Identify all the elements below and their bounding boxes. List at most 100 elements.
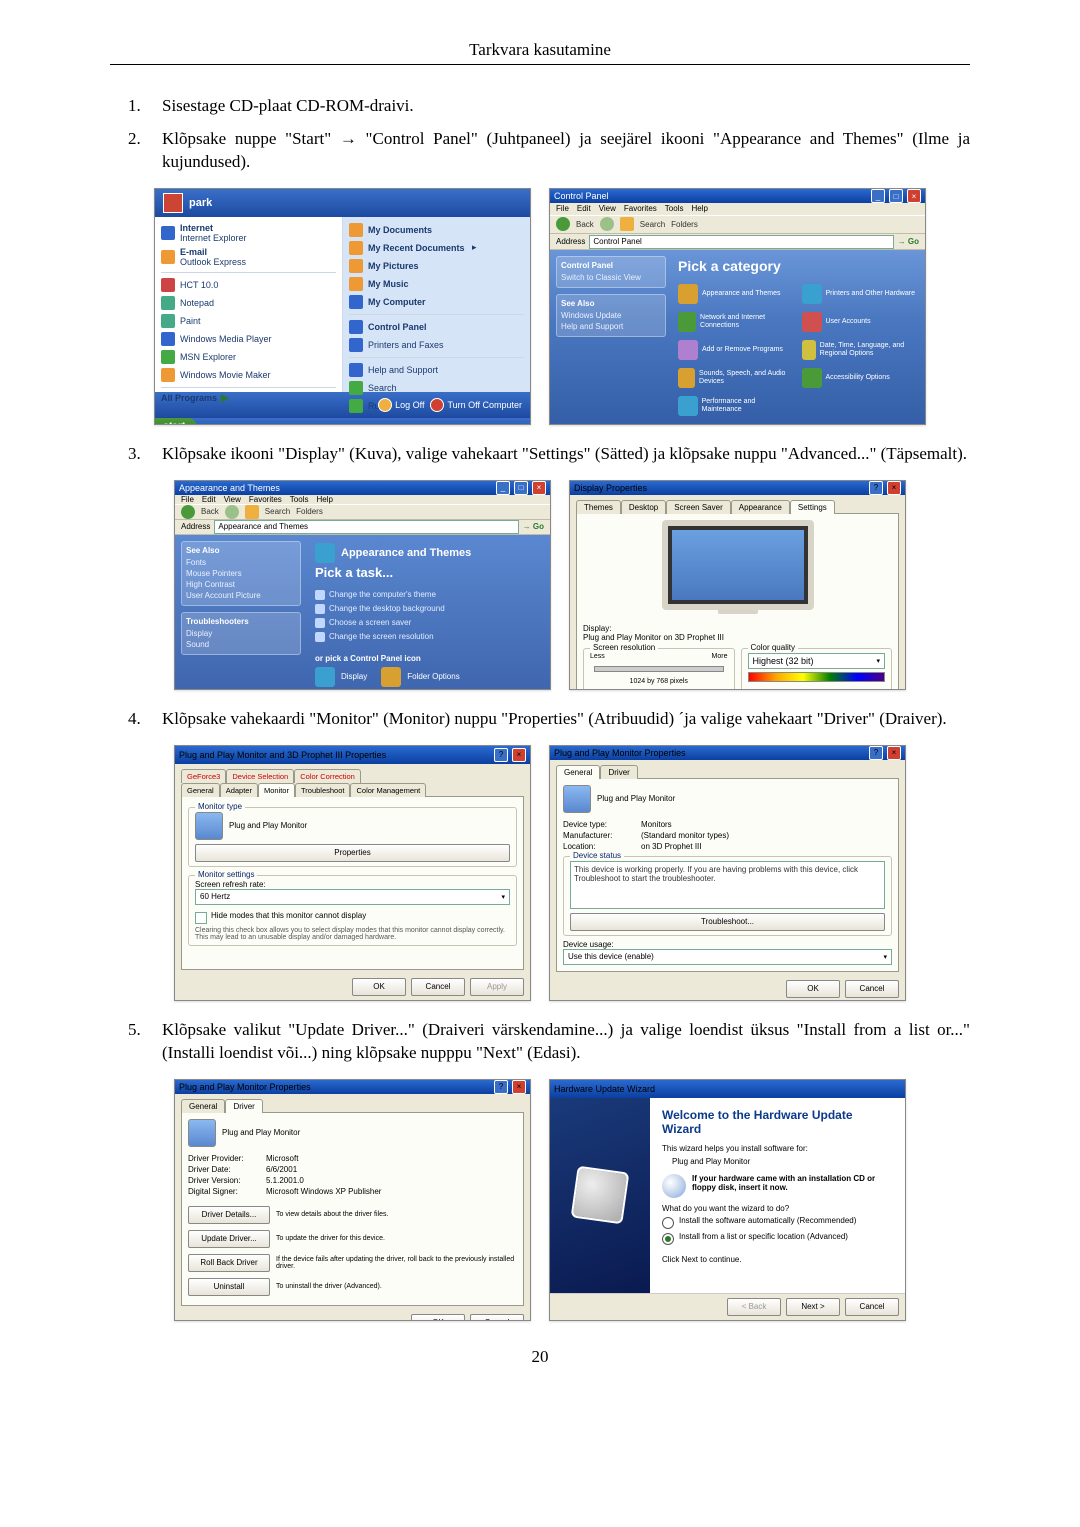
menubar[interactable]: FileEditViewFavoritesToolsHelp (175, 495, 550, 504)
titlebar[interactable]: Plug and Play Monitor and 3D Prophet III… (175, 746, 530, 764)
properties-button[interactable]: Properties (195, 844, 510, 862)
startmenu-item[interactable]: My Computer (349, 293, 524, 311)
tab-color-mgmt[interactable]: Color Management (350, 783, 426, 797)
sidebar-link[interactable]: User Account Picture (186, 590, 296, 601)
help-icon[interactable]: ? (869, 746, 883, 760)
update-driver-button[interactable]: Update Driver... (188, 1230, 270, 1248)
startmenu-item[interactable]: My Recent Documents ▸ (349, 239, 524, 257)
start-button[interactable]: start (155, 418, 197, 425)
titlebar[interactable]: Control Panel _ □ × (550, 189, 925, 204)
titlebar[interactable]: Display Properties ? × (570, 481, 905, 495)
ok-button[interactable]: OK (786, 980, 840, 998)
refresh-rate-select[interactable]: 60 Hertz▾ (195, 889, 510, 905)
titlebar[interactable]: Plug and Play Monitor Properties ? × (175, 1080, 530, 1094)
startmenu-item[interactable]: Printers and Faxes (349, 336, 524, 354)
startmenu-item[interactable]: My Documents (349, 221, 524, 239)
menubar[interactable]: FileEditViewFavoritesToolsHelp (550, 203, 925, 214)
sidebar-link[interactable]: Help and Support (561, 321, 661, 332)
sidebar-link[interactable]: High Contrast (186, 579, 296, 590)
tab-desktop[interactable]: Desktop (621, 500, 666, 514)
sidebar-link[interactable]: Display (186, 628, 296, 639)
all-programs[interactable]: All Programs▶ (161, 391, 336, 404)
task-link[interactable]: Change the screen resolution (315, 630, 542, 644)
radio-auto[interactable]: Install the software automatically (Reco… (662, 1216, 893, 1229)
task-link[interactable]: Choose a screen saver (315, 616, 542, 630)
startmenu-item[interactable]: Windows Movie Maker (161, 366, 336, 384)
tab-appearance[interactable]: Appearance (731, 500, 790, 514)
startmenu-item-control-panel[interactable]: Control Panel (349, 318, 524, 336)
category-item[interactable]: Printers and Other Hardware (802, 284, 920, 304)
startmenu-item[interactable]: Windows Media Player (161, 330, 336, 348)
address-input[interactable]: Control Panel (589, 235, 893, 249)
minimize-icon[interactable]: _ (496, 481, 510, 495)
apply-button[interactable]: Apply (470, 978, 524, 996)
help-icon[interactable]: ? (494, 1080, 508, 1094)
tab-general[interactable]: General (181, 783, 220, 797)
close-icon[interactable]: × (907, 189, 921, 203)
tab-themes[interactable]: Themes (576, 500, 621, 514)
category-item[interactable]: Date, Time, Language, and Regional Optio… (802, 340, 920, 360)
next-button[interactable]: Next > (786, 1298, 840, 1316)
minimize-icon[interactable]: _ (871, 189, 885, 203)
radio-list[interactable]: Install from a list or specific location… (662, 1232, 893, 1245)
back-icon[interactable] (556, 217, 570, 231)
task-link[interactable]: Change the desktop background (315, 602, 542, 616)
cp-icon-display[interactable]: Display (315, 667, 367, 687)
sidebar-link[interactable]: Fonts (186, 557, 296, 568)
titlebar[interactable]: Plug and Play Monitor Properties ? × (550, 746, 905, 760)
tab-adapter[interactable]: Adapter (220, 783, 258, 797)
tab-driver[interactable]: Driver (600, 765, 637, 779)
tab-troubleshoot[interactable]: Troubleshoot (295, 783, 351, 797)
close-icon[interactable]: × (512, 748, 526, 762)
troubleshoot-button[interactable]: Troubleshoot... (570, 913, 885, 931)
tab-geforce[interactable]: GeForce3 (181, 769, 226, 783)
cp-icon-folder-options[interactable]: Folder Options (381, 667, 459, 687)
startmenu-item[interactable]: Paint (161, 312, 336, 330)
titlebar[interactable]: Appearance and Themes _ □ × (175, 481, 550, 495)
tab-general[interactable]: General (556, 765, 600, 779)
category-item[interactable]: User Accounts (802, 312, 920, 332)
sidebar-link[interactable]: Mouse Pointers (186, 568, 296, 579)
rollback-driver-button[interactable]: Roll Back Driver (188, 1254, 270, 1272)
tab-color-correction[interactable]: Color Correction (294, 769, 361, 783)
startmenu-item[interactable]: My Pictures (349, 257, 524, 275)
uninstall-button[interactable]: Uninstall (188, 1278, 270, 1296)
startmenu-item[interactable]: E-mailOutlook Express (161, 245, 336, 269)
startmenu-item[interactable]: Notepad (161, 294, 336, 312)
switch-view-link[interactable]: Switch to Classic View (561, 272, 661, 283)
go-button[interactable]: → Go (898, 237, 919, 246)
titlebar[interactable]: Hardware Update Wizard (550, 1080, 905, 1098)
up-icon[interactable] (620, 217, 634, 231)
category-appearance[interactable]: Appearance and Themes (678, 284, 796, 304)
up-icon[interactable] (245, 505, 259, 519)
startmenu-item[interactable]: InternetInternet Explorer (161, 221, 336, 245)
driver-details-button[interactable]: Driver Details... (188, 1206, 270, 1224)
hide-modes-checkbox[interactable]: Hide modes that this monitor cannot disp… (195, 911, 510, 924)
sidebar-link[interactable]: Windows Update (561, 310, 661, 321)
tab-settings[interactable]: Settings (790, 500, 835, 514)
tab-device-selection[interactable]: Device Selection (226, 769, 294, 783)
tab-driver[interactable]: Driver (225, 1099, 262, 1113)
help-icon[interactable]: ? (869, 481, 883, 495)
close-icon[interactable]: × (512, 1080, 526, 1094)
go-button[interactable]: → Go (523, 522, 544, 531)
logoff-button[interactable]: Log Off (378, 398, 424, 412)
category-item[interactable]: Add or Remove Programs (678, 340, 796, 360)
tab-screensaver[interactable]: Screen Saver (666, 500, 730, 514)
startmenu-item[interactable]: My Music (349, 275, 524, 293)
close-icon[interactable]: × (532, 481, 546, 495)
ok-button[interactable]: OK (411, 1314, 465, 1321)
tab-general[interactable]: General (181, 1099, 225, 1113)
maximize-icon[interactable]: □ (514, 481, 528, 495)
cancel-button[interactable]: Cancel (845, 980, 899, 998)
maximize-icon[interactable]: □ (889, 189, 903, 203)
task-link[interactable]: Change the computer's theme (315, 588, 542, 602)
startmenu-item[interactable]: Search (349, 379, 524, 397)
turnoff-button[interactable]: Turn Off Computer (430, 398, 522, 412)
back-icon[interactable] (181, 505, 195, 519)
startmenu-item[interactable]: MSN Explorer (161, 348, 336, 366)
help-icon[interactable]: ? (494, 748, 508, 762)
back-button[interactable]: < Back (727, 1298, 781, 1316)
address-input[interactable]: Appearance and Themes (214, 520, 518, 534)
startmenu-item[interactable]: HCT 10.0 (161, 276, 336, 294)
